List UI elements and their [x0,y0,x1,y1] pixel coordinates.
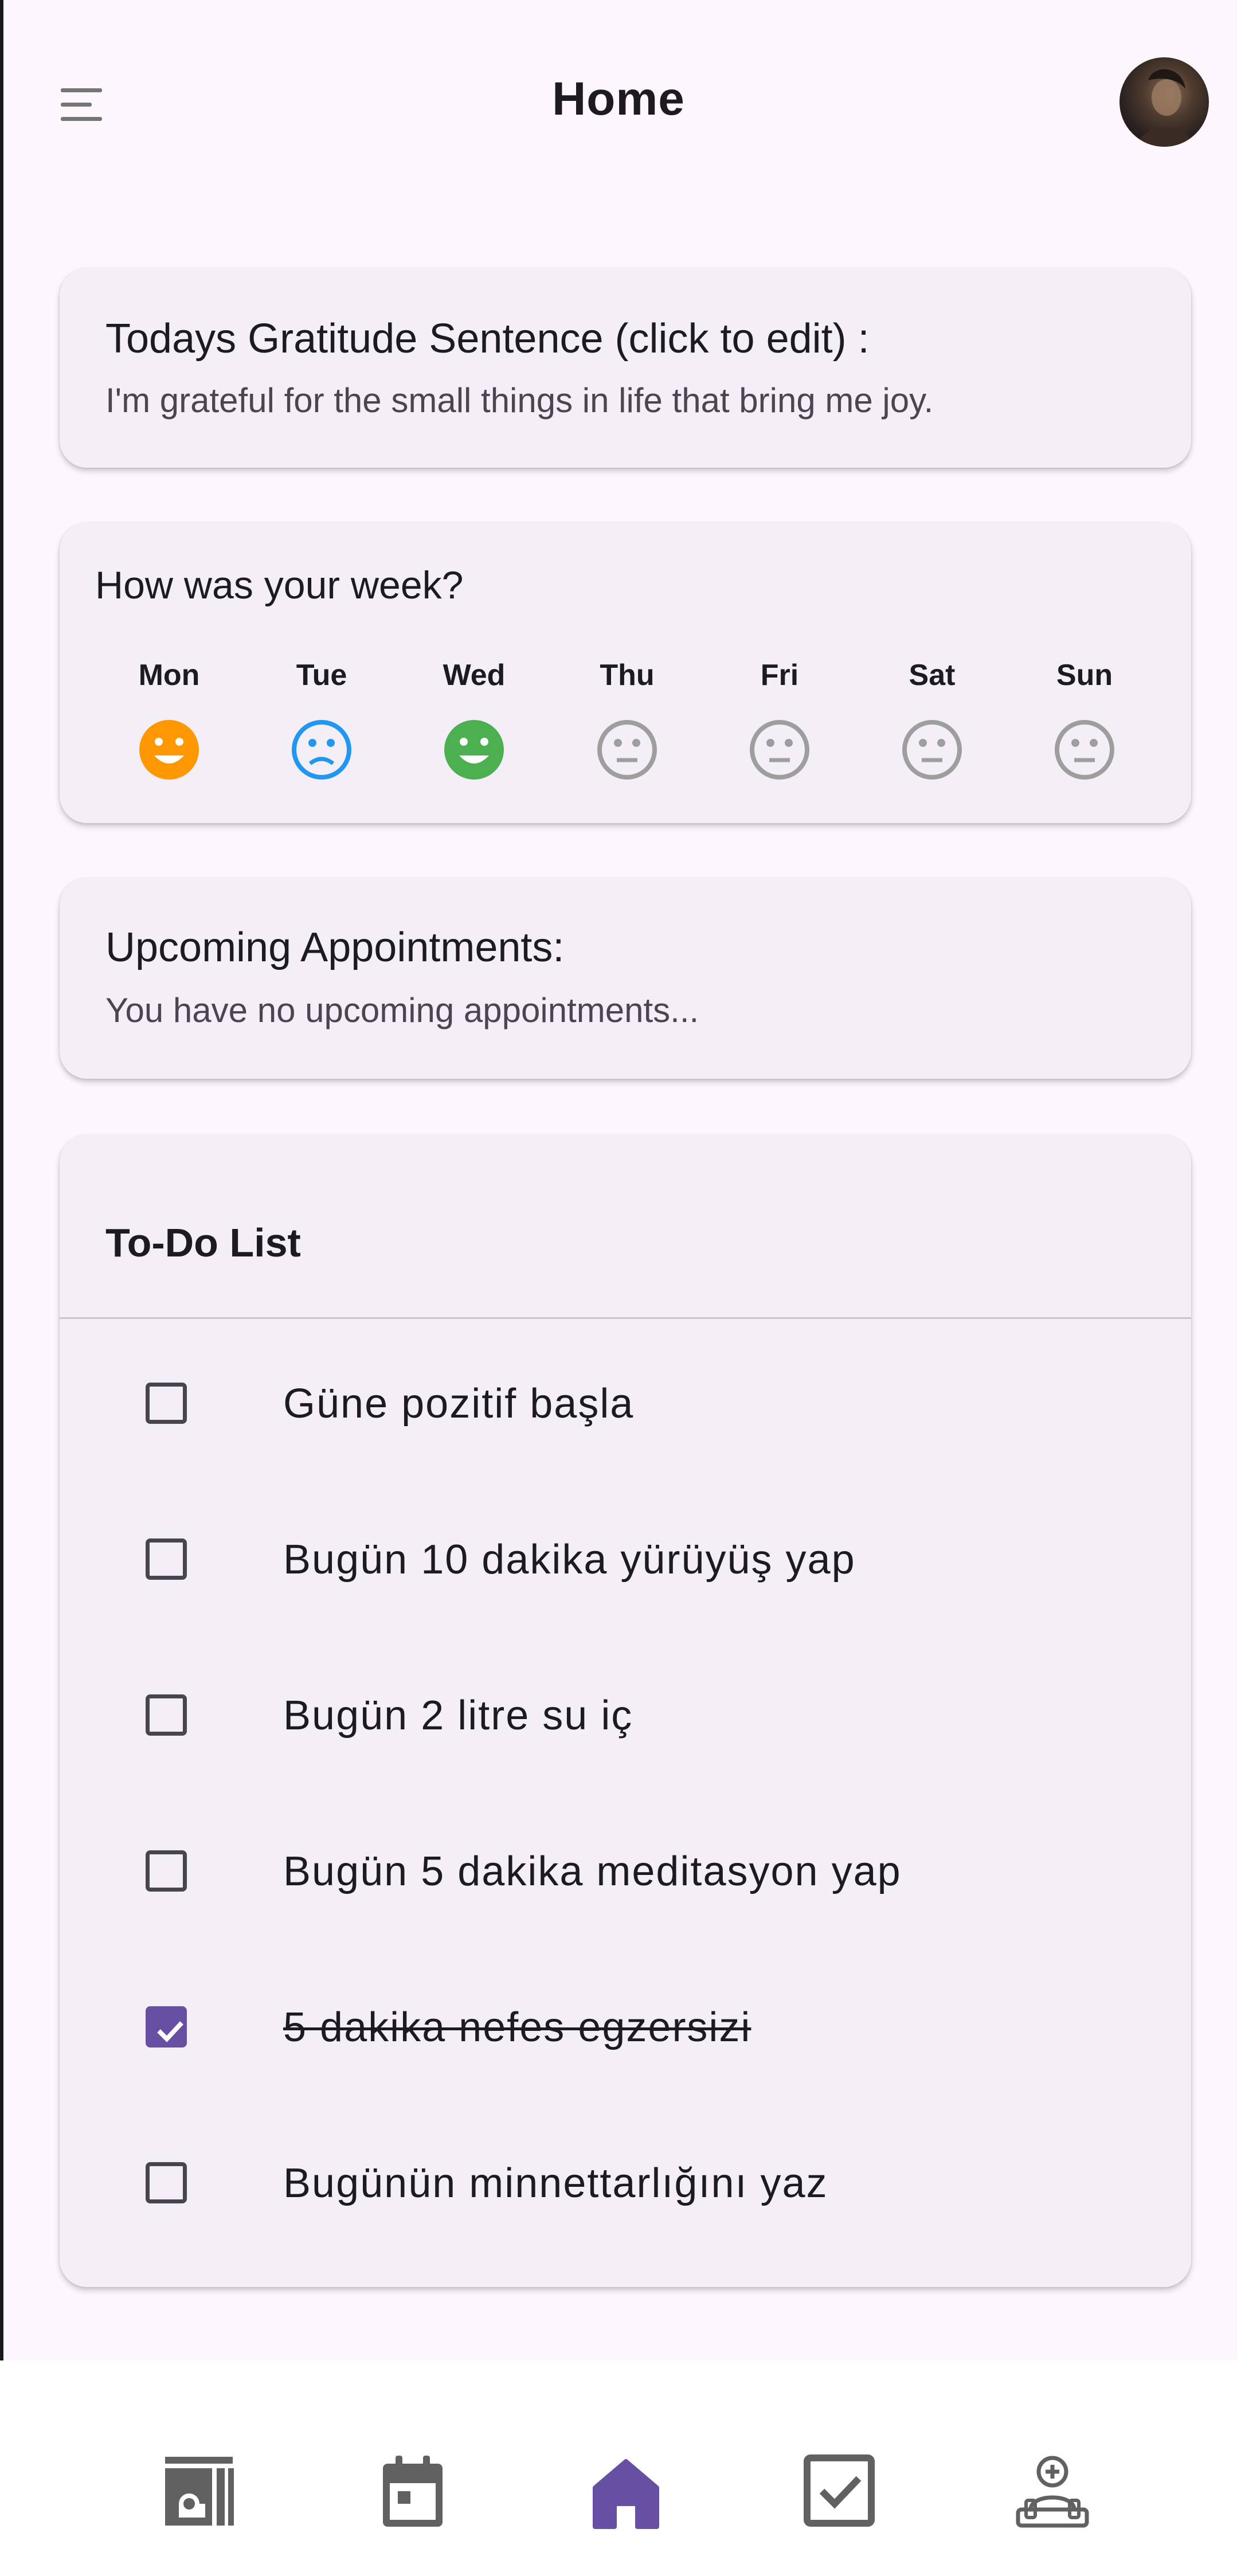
todo-item-label: Bugün 2 litre su iç [283,1693,633,1739]
todo-item[interactable]: Bugün 5 dakika meditasyon yap [60,1793,1191,1948]
avatar[interactable] [1119,57,1209,147]
todo-item[interactable]: Bugünün minnettarlığını yaz [60,2105,1191,2260]
checkbox[interactable] [146,1694,187,1736]
therapist-icon[interactable] [1007,2446,1098,2538]
todo-item-label: 5 dakika nefes egzersizi [283,2005,751,2050]
day-mood-fri[interactable]: Fri [722,658,837,784]
todo-card: To-Do List Güne pozitif başla Bugün 10 da… [60,1135,1191,2287]
happy-face-icon[interactable] [112,715,226,784]
gratitude-sentence: I'm grateful for the small things in lif… [105,381,934,420]
calendar-icon[interactable] [367,2446,459,2538]
day-label: Wed [443,659,506,692]
checkbox[interactable] [146,1850,187,1892]
appointments-title: Upcoming Appointments: [105,925,565,970]
screen-edge [0,0,3,2576]
app-bar: Home [0,0,1237,206]
day-label: Sun [1056,659,1113,692]
journal-icon[interactable] [154,2446,245,2538]
todo-divider [60,1317,1191,1319]
gratitude-card[interactable]: Todays Gratitude Sentence (click to edit… [60,268,1191,468]
day-label: Sat [909,659,956,692]
todo-item-label: Bugünün minnettarlığını yaz [283,2160,828,2206]
appointments-message: You have no upcoming appointments... [105,991,699,1029]
bottom-navigation [0,2360,1237,2576]
week-mood-card: How was your week? Mon Tue Wed Thu Fri Sat Sun [60,523,1191,823]
day-mood-sat[interactable]: Sat [875,658,989,784]
checkbox[interactable] [146,1383,187,1424]
todo-item[interactable]: Güne pozitif başla [60,1325,1191,1480]
day-mood-sun[interactable]: Sun [1027,658,1142,784]
todo-item[interactable]: Bugün 2 litre su iç [60,1637,1191,1792]
checkbox-checked[interactable] [146,2006,187,2048]
day-mood-tue[interactable]: Tue [264,658,379,784]
todo-item[interactable]: Bugün 10 dakika yürüyüş yap [60,1481,1191,1636]
todo-item-label: Güne pozitif başla [283,1381,635,1427]
happy-face-icon[interactable] [417,715,531,784]
gratitude-title: Todays Gratitude Sentence (click to edit… [105,316,870,362]
page-title: Home [552,73,685,125]
day-label: Tue [296,659,347,692]
neutral-face-icon[interactable] [875,715,989,784]
checklist-icon[interactable] [793,2446,885,2538]
sad-face-icon[interactable] [264,715,379,784]
neutral-face-icon[interactable] [570,715,684,784]
day-mood-wed[interactable]: Wed [417,658,531,784]
day-label: Fri [760,659,799,692]
todo-item-label: Bugün 10 dakika yürüyüş yap [283,1537,856,1583]
check-icon [157,2021,183,2042]
todo-item[interactable]: 5 dakika nefes egzersizi [60,1949,1191,2104]
neutral-face-icon[interactable] [722,715,837,784]
day-mood-mon[interactable]: Mon [112,658,226,784]
todo-item-label: Bugün 5 dakika meditasyon yap [283,1849,902,1894]
checkbox[interactable] [146,2162,187,2203]
appointments-card: Upcoming Appointments: You have no upcom… [60,878,1191,1079]
todo-title: To-Do List [105,1220,301,1265]
day-mood-thu[interactable]: Thu [570,658,684,784]
neutral-face-icon[interactable] [1027,715,1142,784]
day-label: Thu [600,659,655,692]
checkbox[interactable] [146,1538,187,1580]
home-icon[interactable] [580,2446,672,2538]
day-label: Mon [138,659,200,692]
week-mood-title: How was your week? [95,563,464,607]
